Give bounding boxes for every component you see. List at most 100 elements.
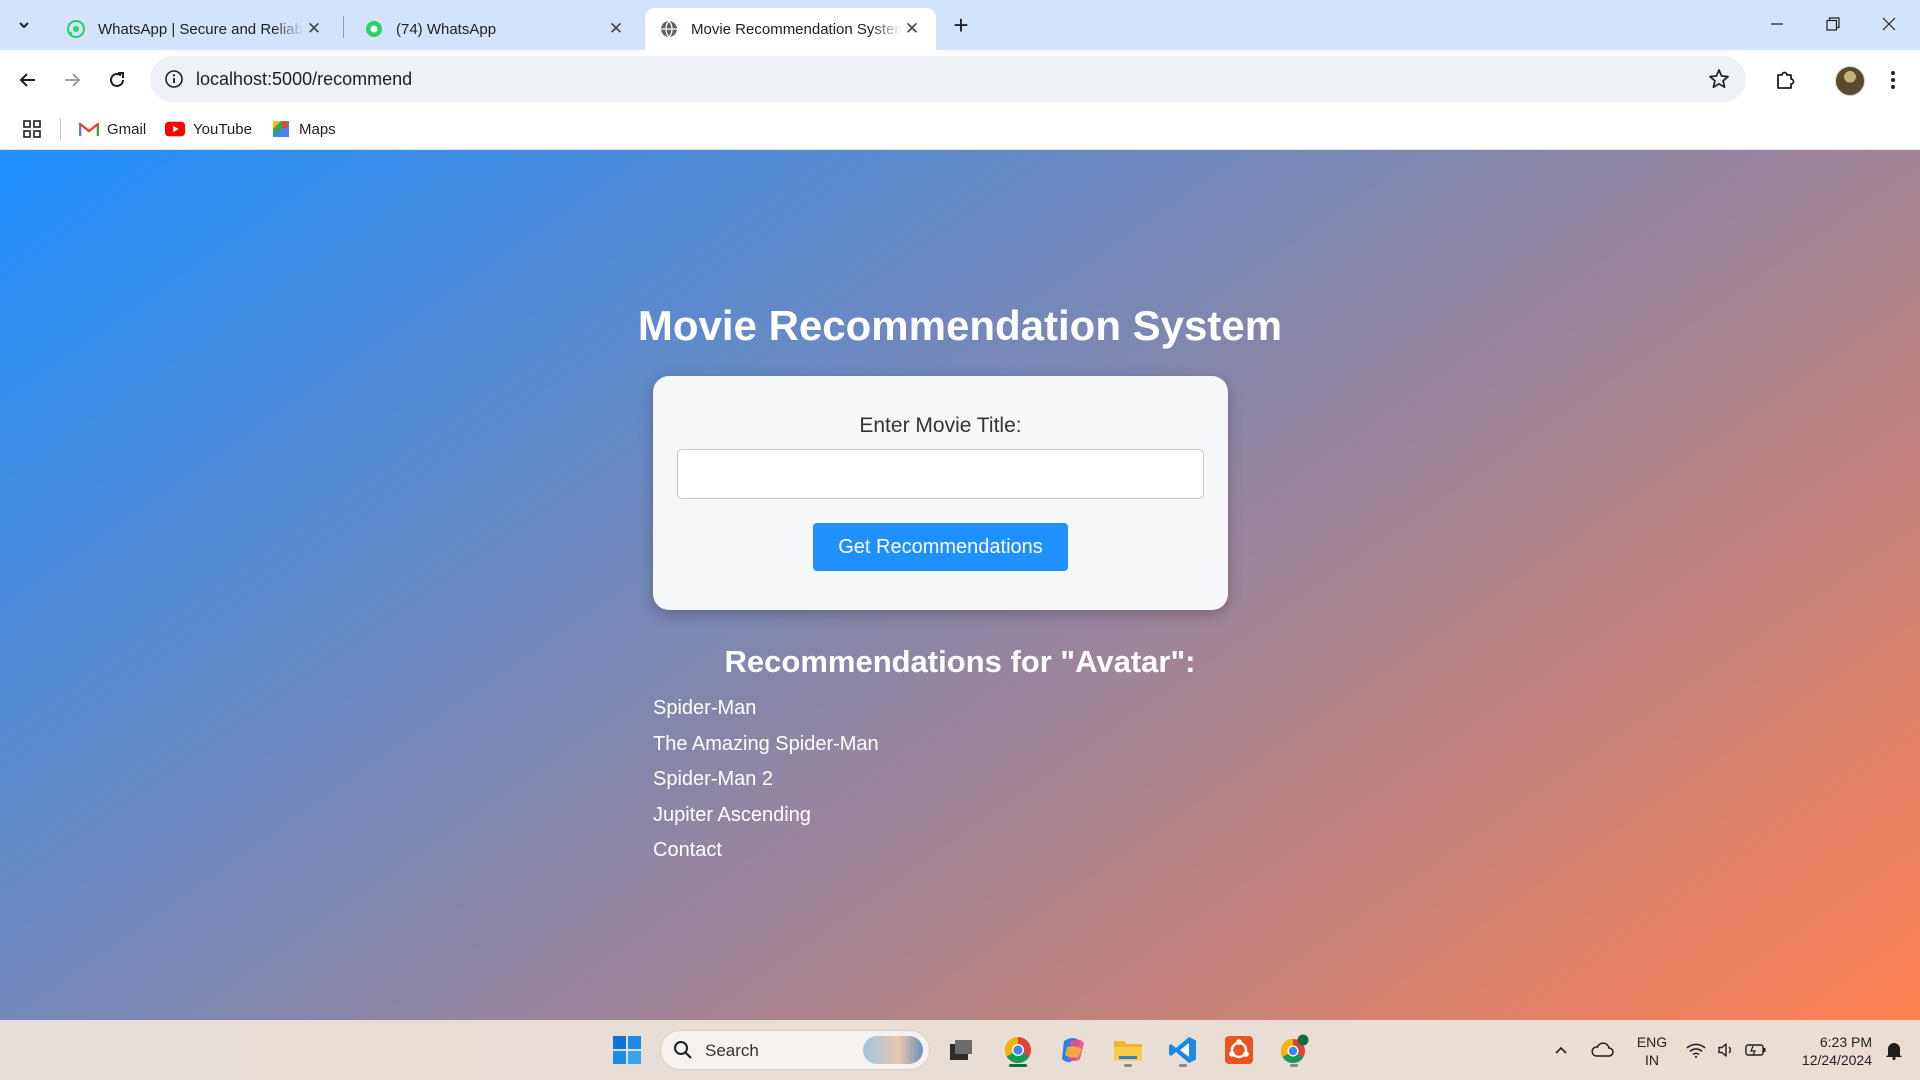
avatar[interactable] [1835, 66, 1865, 96]
bookmark-gmail[interactable]: Gmail [79, 116, 146, 142]
browser-menu-button[interactable] [1880, 66, 1906, 94]
taskbar-search[interactable]: Search [660, 1030, 930, 1070]
language-indicator[interactable]: ENG IN [1632, 1033, 1672, 1069]
close-icon[interactable]: ✕ [606, 19, 626, 39]
list-item: Spider-Man 2 [653, 768, 774, 790]
cloud-icon [1591, 1042, 1614, 1057]
whatsapp-icon [366, 21, 382, 37]
reload-button[interactable] [100, 63, 134, 97]
restore-button[interactable] [1810, 6, 1856, 42]
youtube-icon [165, 120, 185, 138]
vscode-icon [1169, 1037, 1196, 1063]
gmail-icon [79, 120, 99, 138]
maps-icon [271, 120, 291, 138]
new-tab-button[interactable]: + [946, 10, 976, 40]
site-info-icon[interactable] [164, 69, 184, 89]
list-item: The Amazing Spider-Man [653, 732, 879, 755]
bookmark-label: Gmail [107, 120, 147, 138]
apps-grid-icon[interactable] [22, 119, 42, 139]
language-code: ENG [1636, 1034, 1668, 1050]
region-code: IN [1645, 1052, 1659, 1068]
battery-icon [1745, 1044, 1766, 1056]
wifi-icon [1686, 1043, 1706, 1058]
tab-title: Movie Recommendation System [691, 20, 902, 38]
notifications-button[interactable] [1876, 1030, 1912, 1070]
tab-whatsapp-secure[interactable]: WhatsApp | Secure and Reliable ✕ [52, 8, 338, 50]
list-item: Spider-Man [653, 697, 757, 719]
search-highlight-image [863, 1036, 923, 1064]
bookmark-youtube[interactable]: YouTube [165, 116, 252, 142]
taskbar-chrome-profile[interactable] [1274, 1030, 1314, 1070]
taskbar-file-explorer[interactable] [1108, 1030, 1148, 1070]
ubuntu-icon [1225, 1036, 1253, 1064]
reload-icon [110, 72, 124, 87]
close-window-button[interactable] [1866, 6, 1912, 42]
page-title: Movie Recommendation System [637, 302, 1283, 349]
search-form-card: Enter Movie Title: Get Recommendations [653, 376, 1228, 610]
system-clock[interactable]: 6:23 PM 12/24/2024 [1780, 1033, 1872, 1069]
onedrive-button[interactable] [1582, 1030, 1622, 1070]
tab-search-button[interactable] [8, 10, 40, 40]
running-indicator [1009, 1064, 1027, 1067]
bookmark-star-icon[interactable] [1708, 68, 1730, 90]
url-text[interactable]: localhost:5000/recommend [196, 69, 412, 90]
forward-button[interactable] [55, 63, 89, 97]
folder-icon [1114, 1041, 1142, 1061]
bell-icon [1886, 1043, 1902, 1060]
list-item: Contact [653, 839, 722, 861]
recommendations-heading: Recommendations for "Avatar": [724, 644, 1196, 679]
puzzle-icon [1777, 71, 1795, 89]
taskbar-chrome[interactable] [998, 1030, 1038, 1070]
task-view-icon [950, 1040, 972, 1060]
bookmarks-bar: Gmail YouTube Maps [0, 108, 1920, 150]
whatsapp-icon [67, 20, 85, 38]
bookmark-label: Maps [299, 120, 336, 138]
running-indicator [1290, 1064, 1298, 1067]
close-icon [1882, 17, 1896, 31]
tab-strip: WhatsApp | Secure and Reliable ✕ (74) Wh… [0, 0, 1920, 50]
close-icon[interactable]: ✕ [304, 19, 324, 39]
tab-title: (74) WhatsApp [396, 20, 497, 38]
battery-status[interactable] [1738, 1030, 1774, 1070]
taskbar: Search ENG IN 6:23 PM 12/24/2024 [0, 1020, 1920, 1080]
clock-time: 6:23 PM [1819, 1034, 1872, 1050]
list-item: Jupiter Ascending [653, 803, 811, 826]
tab-title: WhatsApp | Secure and Reliable [98, 20, 304, 38]
taskbar-ubuntu[interactable] [1219, 1030, 1259, 1070]
minimize-button[interactable] [1754, 6, 1800, 42]
bookmark-divider [60, 118, 61, 140]
bookmark-label: YouTube [193, 120, 252, 138]
start-button[interactable] [607, 1030, 647, 1070]
restore-icon [1826, 17, 1840, 31]
tab-whatsapp[interactable]: (74) WhatsApp ✕ [350, 8, 640, 50]
running-indicator [1179, 1064, 1187, 1067]
arrow-left-icon [19, 73, 35, 87]
close-icon[interactable]: ✕ [902, 19, 922, 39]
address-bar[interactable]: localhost:5000/recommend [150, 56, 1746, 102]
recommendations-list: Spider-Man The Amazing Spider-Man Spider… [653, 696, 879, 874]
taskbar-copilot[interactable] [1053, 1030, 1093, 1070]
globe-icon [661, 20, 677, 38]
tab-movie-recommendation[interactable]: Movie Recommendation System ✕ [645, 8, 936, 50]
chevron-down-icon [19, 22, 29, 29]
extensions-button[interactable] [1768, 63, 1802, 97]
movie-title-label: Enter Movie Title: [859, 414, 1022, 437]
kebab-menu-icon [1891, 71, 1895, 89]
show-hidden-icons-button[interactable] [1541, 1030, 1581, 1070]
back-button[interactable] [11, 63, 45, 97]
movie-title-input[interactable] [677, 449, 1204, 499]
clock-date: 12/24/2024 [1801, 1052, 1872, 1068]
browser-toolbar: localhost:5000/recommend [0, 50, 1920, 108]
arrow-right-icon [65, 73, 81, 87]
tab-divider [343, 16, 344, 38]
page-viewport: Movie Recommendation System Enter Movie … [0, 150, 1920, 1020]
task-view-button[interactable] [941, 1030, 981, 1070]
search-icon [674, 1041, 692, 1059]
copilot-icon [1062, 1038, 1084, 1062]
taskbar-vscode[interactable] [1163, 1030, 1203, 1070]
windows-logo-icon [613, 1036, 641, 1064]
chrome-icon [1004, 1036, 1031, 1064]
minimize-icon [1771, 23, 1783, 25]
bookmark-maps[interactable]: Maps [271, 116, 336, 142]
get-recommendations-button[interactable]: Get Recommendations [813, 523, 1068, 571]
